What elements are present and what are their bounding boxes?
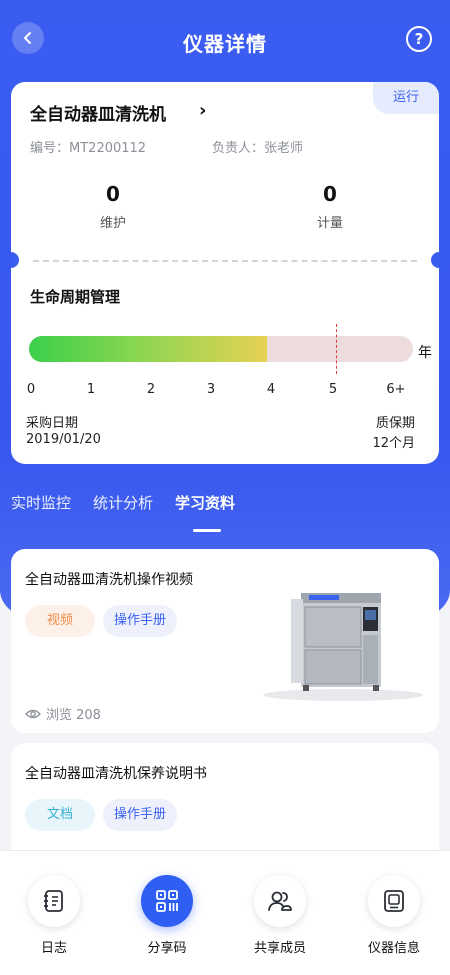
tab-bar: 实时监控 统计分析 学习资料 [0,492,450,532]
view-count-text: 浏览 208 [46,708,101,723]
device-id-label: 编号： [30,141,70,156]
page-title: 仪器详情 [183,32,267,56]
bottom-nav: 日志 分享码 共享成员 仪器信息 [0,850,450,975]
tick-label: 0 [26,382,36,397]
maintenance-count: 0 [106,182,120,206]
top-bar: 仪器详情 ? [0,20,450,64]
view-count: 浏览 208 [25,704,101,723]
nav-shared-members[interactable]: 共享成员 [240,875,320,956]
tick-label: 5 [328,382,338,397]
metering-stat[interactable]: 0 计量 [270,182,390,231]
shared-members-button[interactable] [254,875,306,927]
log-button[interactable] [28,875,80,927]
device-info-button[interactable] [368,875,420,927]
nav-label: 仪器信息 [367,941,420,956]
active-tab-indicator [193,529,221,532]
device-id-value: MT2200112 [69,141,147,156]
device-owner-label: 负责人： [212,141,265,156]
lifecycle-bar [29,336,413,362]
tag-manual: 操作手册 [103,605,177,637]
tick-label: 6+ [386,382,406,397]
nav-label: 分享码 [147,941,187,956]
device-card: 运行 全自动器皿清洗机 › 编号：MT2200112 负责人：张老师 0 维护 … [11,82,439,464]
status-badge: 运行 [373,82,439,114]
maintenance-label: 维护 [99,216,126,231]
tag-video: 视频 [25,605,95,637]
share-code-button[interactable] [141,875,193,927]
resource-card[interactable]: 全自动器皿清洗机操作视频 视频 操作手册 浏览 208 [11,549,439,733]
members-icon [268,891,292,911]
metering-count: 0 [323,182,337,206]
tick-label: 4 [266,382,276,397]
dishwasher-image [263,593,423,701]
purchase-date-label: 采购日期 [26,416,79,431]
tab-learning-materials[interactable]: 学习资料 [175,492,235,513]
warranty-marker [336,324,337,374]
card-notch-right [431,252,439,268]
divider [33,260,417,262]
help-button[interactable]: ? [406,26,432,52]
warranty-value: 12个月 [372,436,415,451]
tick-label: 1 [86,382,96,397]
card-notch-left [11,252,19,268]
device-owner-value: 张老师 [264,141,304,156]
nav-log[interactable]: 日志 [14,875,94,956]
log-icon [44,890,63,912]
device-name[interactable]: 全自动器皿清洗机 [30,100,166,125]
chevron-right-icon[interactable]: › [199,100,206,121]
tick-label: 3 [206,382,216,397]
tab-realtime-monitor[interactable]: 实时监控 [11,492,71,513]
eye-icon [25,709,41,718]
warranty-label: 质保期 [375,416,415,431]
nav-label: 日志 [40,941,67,956]
resource-card[interactable]: 全自动器皿清洗机保养说明书 文档 操作手册 [11,743,439,863]
nav-label: 共享成员 [253,941,306,956]
lifecycle-title: 生命周期管理 [30,288,121,306]
purchase-date-value: 2019/01/20 [26,432,101,447]
resource-title: 全自动器皿清洗机操作视频 [25,572,193,588]
device-owner: 负责人：张老师 [212,137,303,156]
nav-share-code[interactable]: 分享码 [127,875,207,956]
nav-device-info[interactable]: 仪器信息 [354,875,434,956]
tick-label: 2 [146,382,156,397]
metering-label: 计量 [316,216,343,231]
tag-document: 文档 [25,799,95,831]
device-info-icon [384,890,404,912]
lifecycle-unit: 年 [418,345,432,361]
lifecycle-bar-fill [29,336,267,362]
tab-statistics[interactable]: 统计分析 [93,492,153,513]
device-id: 编号：MT2200112 [30,137,146,156]
qr-code-icon [156,890,178,912]
maintenance-stat[interactable]: 0 维护 [53,182,173,231]
resource-title: 全自动器皿清洗机保养说明书 [25,766,207,782]
tag-manual: 操作手册 [103,799,177,831]
